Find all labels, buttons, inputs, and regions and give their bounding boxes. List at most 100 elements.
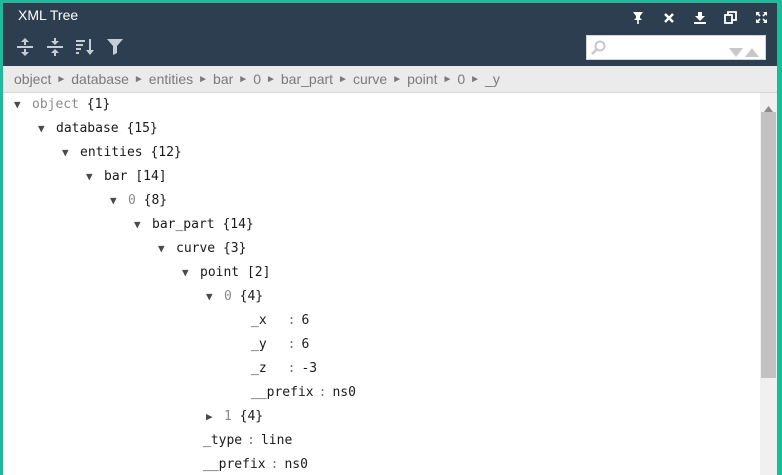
node-key: _z <box>251 361 267 376</box>
tree-node-point-0[interactable]: ▼ 0 {4} <box>206 285 263 309</box>
tree-leaf-x[interactable]: _x:6 <box>251 309 309 333</box>
node-count: {1} <box>86 97 111 112</box>
breadcrumb-item[interactable]: 0 <box>457 71 465 87</box>
node-key: __prefix <box>203 457 266 472</box>
tree-view: ▼ object {1} ▼ database {15} ▼ entities {12… <box>3 93 760 475</box>
tree-node-curve[interactable]: ▼ curve {3} <box>158 237 246 261</box>
window-title: XML Tree <box>18 7 79 23</box>
breadcrumb-item[interactable]: 0 <box>253 71 261 87</box>
node-key: 0 <box>224 289 232 304</box>
breadcrumb-item[interactable]: object <box>14 71 51 87</box>
tree-node-bar[interactable]: ▼ bar [14] <box>86 165 167 189</box>
window-header: XML Tree <box>3 3 777 66</box>
node-key: curve <box>176 241 216 256</box>
value-separator: : <box>287 361 296 376</box>
expanded-arrow-icon[interactable]: ▼ <box>62 141 80 165</box>
node-count: [2] <box>246 265 271 280</box>
expanded-arrow-icon[interactable]: ▼ <box>14 93 32 117</box>
tree-node-point-1[interactable]: ▶ 1 {4} <box>206 405 263 429</box>
window-controls <box>628 8 771 27</box>
tree-node-object[interactable]: ▼ object {1} <box>14 93 110 117</box>
node-key: bar <box>104 169 128 184</box>
breadcrumb-item[interactable]: database <box>71 71 129 87</box>
expanded-arrow-icon[interactable]: ▼ <box>134 213 152 237</box>
node-value: ns0 <box>332 385 356 400</box>
vertical-scrollbar[interactable] <box>760 93 777 475</box>
node-count: {15} <box>126 121 158 136</box>
tree-node-bar-0[interactable]: ▼ 0 {8} <box>110 189 167 213</box>
tree-leaf-y[interactable]: _y:6 <box>251 333 309 357</box>
expanded-arrow-icon[interactable]: ▼ <box>206 285 224 309</box>
expand-icon[interactable] <box>752 8 771 27</box>
expanded-arrow-icon[interactable]: ▼ <box>38 117 56 141</box>
tree-node-entities[interactable]: ▼ entities {12} <box>62 141 182 165</box>
next-match-icon[interactable] <box>729 44 743 62</box>
breadcrumb-item[interactable]: curve <box>353 71 387 87</box>
node-value: 6 <box>301 337 310 352</box>
node-key: _x <box>251 313 267 328</box>
xml-tree-window: XML Tree object ► database ► entities ► … <box>3 3 777 475</box>
node-count: {14} <box>222 217 254 232</box>
value-separator: : <box>270 457 279 472</box>
breadcrumb-item[interactable]: entities <box>149 71 193 87</box>
node-count: {4} <box>239 409 264 424</box>
close-icon[interactable] <box>659 8 678 27</box>
node-count: {8} <box>143 193 168 208</box>
node-count: {4} <box>239 289 264 304</box>
value-separator: : <box>287 337 296 352</box>
expanded-arrow-icon[interactable]: ▼ <box>158 237 176 261</box>
pin-icon[interactable] <box>628 8 647 27</box>
node-key: _type <box>203 433 243 448</box>
tree-node-bar-part[interactable]: ▼ bar_part {14} <box>134 213 254 237</box>
node-count: {3} <box>222 241 247 256</box>
previous-match-icon[interactable] <box>745 44 759 62</box>
node-key: entities <box>80 145 143 160</box>
tree-leaf-prefix[interactable]: __prefix: ns0 <box>251 381 356 405</box>
collapsed-arrow-icon[interactable]: ▶ <box>206 405 224 429</box>
node-key: _y <box>251 337 267 352</box>
search-icon <box>591 40 606 60</box>
breadcrumb-separator-icon: ► <box>238 73 249 85</box>
node-count: {12} <box>150 145 182 160</box>
toolbar <box>15 37 124 57</box>
node-value: ns0 <box>284 457 308 472</box>
breadcrumb-separator-icon: ► <box>265 73 276 85</box>
breadcrumb-separator-icon: ► <box>392 73 403 85</box>
search-input[interactable] <box>609 36 723 61</box>
breadcrumb: object ► database ► entities ► bar ► 0 ►… <box>3 66 777 93</box>
breadcrumb-item[interactable]: _y <box>485 71 500 87</box>
tree-leaf-curve-prefix[interactable]: __prefix: ns0 <box>203 453 308 475</box>
breadcrumb-separator-icon: ► <box>338 73 348 85</box>
copy-icon[interactable] <box>721 8 740 27</box>
expanded-arrow-icon[interactable]: ▼ <box>182 261 200 285</box>
value-separator: : <box>247 433 255 448</box>
node-key: __prefix <box>251 385 314 400</box>
breadcrumb-item[interactable]: point <box>407 71 437 87</box>
expand-all-icon[interactable] <box>15 37 34 57</box>
sort-icon[interactable] <box>75 37 94 57</box>
expanded-arrow-icon[interactable]: ▼ <box>86 165 104 189</box>
tree-node-database[interactable]: ▼ database {15} <box>38 117 158 141</box>
collapse-all-icon[interactable] <box>45 37 64 57</box>
node-value: line <box>260 433 293 448</box>
breadcrumb-item[interactable]: bar_part <box>281 71 333 87</box>
tree-leaf-type[interactable]: _type: line <box>203 429 292 453</box>
value-separator: : <box>318 385 327 400</box>
node-key: database <box>56 121 119 136</box>
tree-node-point[interactable]: ▼ point [2] <box>182 261 270 285</box>
breadcrumb-separator-icon: ► <box>470 73 481 85</box>
breadcrumb-item[interactable]: bar <box>213 71 233 87</box>
node-count: [14] <box>135 169 167 184</box>
breadcrumb-separator-icon: ► <box>56 73 67 85</box>
node-value: -3 <box>301 361 318 376</box>
filter-icon[interactable] <box>105 37 124 57</box>
download-icon[interactable] <box>690 8 709 27</box>
breadcrumb-separator-icon: ► <box>133 73 144 85</box>
breadcrumb-separator-icon: ► <box>442 73 453 85</box>
scrollbar-thumb[interactable] <box>761 112 776 378</box>
expanded-arrow-icon[interactable]: ▼ <box>110 189 128 213</box>
node-key: 0 <box>128 193 136 208</box>
node-key: point <box>200 265 240 280</box>
tree-leaf-z[interactable]: _z: -3 <box>251 357 317 381</box>
search-box <box>586 35 766 62</box>
